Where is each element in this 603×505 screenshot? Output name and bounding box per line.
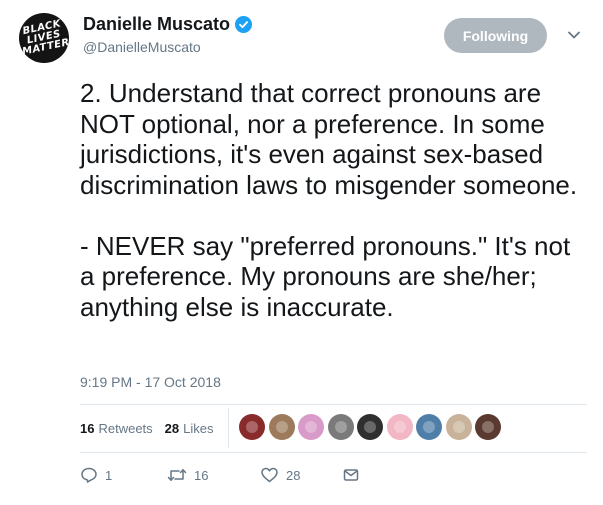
direct-message-button[interactable] (342, 466, 360, 484)
verified-badge-icon (235, 16, 253, 33)
retweets-count: 16 (80, 421, 95, 436)
liker-avatar-face (423, 421, 435, 433)
author-avatar[interactable]: BLACK LIVES MATTER (19, 13, 69, 63)
divider (80, 452, 587, 453)
liker-avatar-face (275, 421, 288, 433)
avatar-logo-text: BLACK LIVES MATTER (21, 18, 69, 58)
liker-avatar-icon[interactable] (298, 414, 324, 440)
tweet-card: BLACK LIVES MATTER Danielle Muscato @Dan… (0, 0, 603, 505)
retweets-stat[interactable]: 16 Retweets (80, 421, 153, 436)
retweet-count: 16 (194, 467, 209, 483)
liker-avatar-face (482, 421, 494, 433)
liker-avatar-icon[interactable] (268, 414, 295, 440)
likes-count: 28 (164, 421, 180, 436)
retweet-button[interactable]: 16 (167, 466, 260, 484)
like-button[interactable]: 28 (260, 466, 342, 484)
tweet-actions: 1 16 28 (80, 466, 360, 484)
liker-avatar-face (364, 421, 376, 433)
tweet-text: 2. Understand that correct pronouns are … (80, 78, 590, 322)
tweet-paragraph: - NEVER say "preferred pronouns." It's n… (80, 230, 571, 322)
liker-avatar-face (452, 421, 465, 433)
tweet-paragraph: 2. Understand that correct pronouns are … (80, 78, 578, 200)
liker-avatar-icon[interactable] (239, 414, 265, 440)
author-handle[interactable]: @DanielleMuscato (83, 39, 201, 55)
liker-avatar-face (305, 421, 317, 433)
reply-count: 1 (105, 467, 113, 483)
liker-avatars (239, 414, 505, 440)
liker-avatar-icon[interactable] (475, 414, 501, 440)
reply-button[interactable]: 1 (80, 466, 167, 484)
liker-avatar-face (246, 421, 258, 433)
tweet-timestamp[interactable]: 9:19 PM - 17 Oct 2018 (80, 374, 221, 390)
chevron-down-icon[interactable] (567, 30, 581, 40)
following-button[interactable]: Following (444, 18, 547, 53)
liker-avatar-icon[interactable] (386, 414, 413, 440)
engagement-stats: 16 Retweets 28 Likes (80, 421, 214, 436)
stats-separator (228, 408, 229, 448)
author-display-name[interactable]: Danielle Muscato (83, 14, 230, 35)
retweets-label: Retweets (98, 421, 153, 436)
divider (80, 404, 587, 405)
liker-avatar-icon[interactable] (445, 414, 472, 440)
reply-icon (81, 467, 97, 483)
envelope-icon (343, 469, 359, 481)
like-count: 28 (286, 467, 301, 483)
liker-avatar-icon[interactable] (327, 414, 354, 440)
liker-avatar-icon[interactable] (416, 414, 442, 440)
likes-stat[interactable]: 28 Likes (165, 421, 214, 436)
liker-avatar-face (334, 421, 347, 433)
likes-label: Likes (183, 421, 214, 436)
retweet-icon (167, 469, 187, 481)
liker-avatar-face (393, 421, 406, 433)
heart-icon (261, 467, 278, 483)
author-name-row: Danielle Muscato (83, 14, 253, 35)
liker-avatar-icon[interactable] (357, 414, 383, 440)
